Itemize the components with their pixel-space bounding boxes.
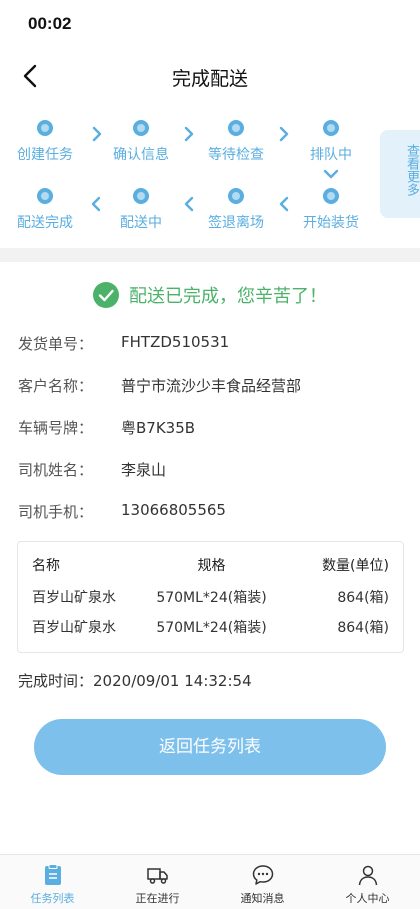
step-start-loading: 开始装货: [286, 188, 376, 232]
tab-profile[interactable]: 个人中心: [315, 855, 420, 909]
step-label: 开始装货: [303, 215, 359, 231]
goods-table: 名称 规格 数量(单位) 百岁山矿泉水 570ML*24(箱装) 864(箱) …: [17, 541, 404, 653]
info-label: 客户名称：: [18, 377, 94, 395]
table-row: 百岁山矿泉水 570ML*24(箱装) 864(箱): [18, 617, 405, 639]
step-delivered: 配送完成: [0, 188, 90, 232]
header-qty: 数量(单位): [322, 558, 389, 574]
step-dot-icon: [37, 188, 53, 204]
tab-label: 正在进行: [135, 892, 180, 905]
step-dot-icon: [323, 188, 339, 204]
finish-time-value: 2020/09/01 14:32:54: [93, 672, 252, 690]
info-label: 司机姓名：: [18, 461, 94, 479]
step-dot-icon: [133, 188, 149, 204]
step-dot-icon: [228, 188, 244, 204]
info-value: 李泉山: [121, 461, 167, 479]
step-dot-icon: [37, 120, 53, 136]
step-checkout: 签退离场: [191, 188, 281, 232]
return-to-task-list-button[interactable]: 返回任务列表: [34, 719, 386, 775]
view-more-tab[interactable]: 查看更多: [380, 130, 420, 218]
finish-time: 完成时间：2020/09/01 14:32:54: [18, 670, 252, 691]
step-dot-icon: [228, 120, 244, 136]
tab-notifications[interactable]: 通知消息: [210, 855, 315, 909]
page-title: 完成配送: [171, 68, 248, 90]
chat-bubble-icon: [252, 865, 273, 885]
progress-steps: 创建任务 确认信息 等待检查 排队中 配送完成 配送中 签退离场 开始装货: [0, 112, 420, 242]
success-message: 配送已完成，您辛苦了！: [129, 286, 327, 307]
step-wait-check: 等待检查: [191, 120, 281, 164]
status-time: 00:02: [28, 14, 72, 33]
table-header: 名称 规格 数量(单位): [18, 555, 405, 577]
status-bar: 00:02: [0, 0, 420, 48]
finish-time-label: 完成时间：: [18, 672, 94, 690]
info-value: 普宁市流沙少丰食品经营部: [121, 377, 302, 395]
tab-in-progress[interactable]: 正在进行: [105, 855, 210, 909]
info-label: 发货单号：: [18, 335, 94, 353]
tab-label: 个人中心: [345, 892, 390, 905]
view-more-label: 查看更多: [404, 144, 419, 196]
tab-label: 任务列表: [30, 892, 75, 905]
info-value: FHTZD510531: [121, 333, 230, 351]
step-label: 等待检查: [208, 147, 264, 163]
section-divider: [0, 248, 420, 262]
table-row: 百岁山矿泉水 570ML*24(箱装) 864(箱): [18, 587, 405, 609]
step-delivering: 配送中: [96, 188, 186, 232]
nav-bar: 完成配送: [0, 48, 420, 104]
step-label: 确认信息: [113, 147, 169, 163]
cell-qty: 864(箱): [337, 620, 389, 636]
info-value: 13066805565: [121, 501, 226, 519]
tab-task-list[interactable]: 任务列表: [0, 855, 105, 909]
step-dot-icon: [323, 120, 339, 136]
tab-label: 通知消息: [240, 892, 285, 905]
info-label: 车辆号牌：: [18, 419, 94, 437]
success-banner: 配送已完成，您辛苦了！: [0, 282, 420, 312]
clipboard-icon: [44, 864, 61, 885]
info-label: 司机手机：: [18, 503, 94, 521]
step-label: 排队中: [310, 147, 352, 163]
cell-qty: 864(箱): [337, 590, 389, 606]
step-confirm-info: 确认信息: [96, 120, 186, 164]
step-label: 配送中: [120, 215, 162, 231]
step-dot-icon: [133, 120, 149, 136]
chevron-down-icon: [323, 169, 339, 179]
truck-icon: [146, 868, 168, 884]
step-label: 签退离场: [208, 215, 264, 231]
step-queue: 排队中: [286, 120, 376, 164]
check-circle-icon: [93, 282, 119, 308]
step-create-task: 创建任务: [0, 120, 90, 164]
step-label: 创建任务: [17, 147, 73, 163]
info-value: 粤B7K35B: [121, 419, 196, 437]
step-label: 配送完成: [17, 215, 73, 231]
user-icon: [358, 865, 377, 886]
bottom-tab-bar: 任务列表 正在进行 通知消息 个人中心: [0, 854, 420, 909]
